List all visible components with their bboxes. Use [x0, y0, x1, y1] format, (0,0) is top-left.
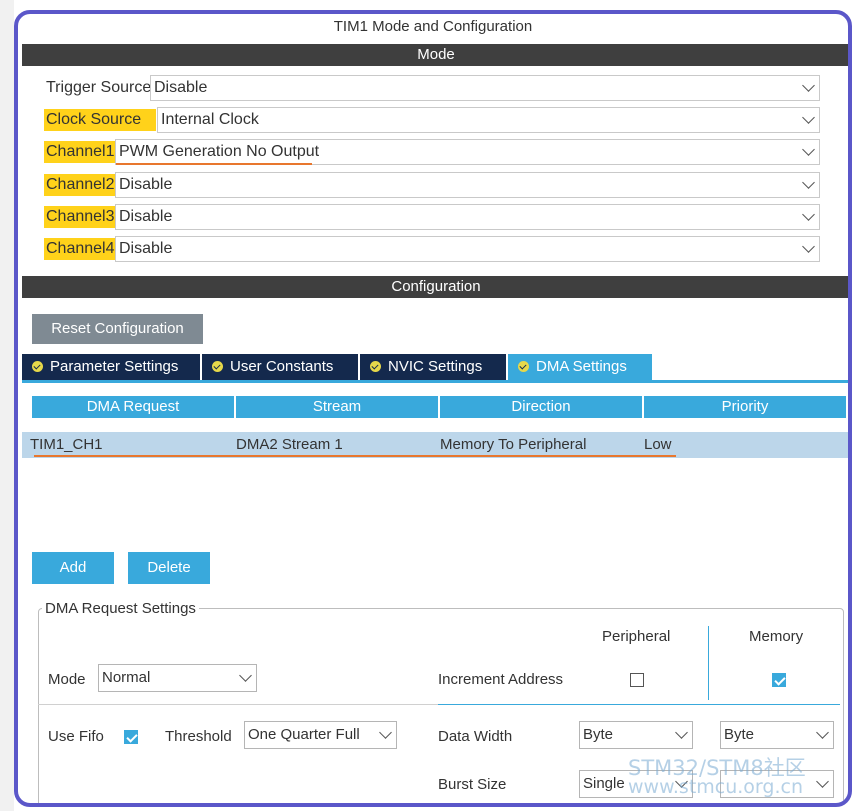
left-margin: [0, 0, 14, 811]
chevron-down-icon: [802, 79, 815, 92]
increment-peripheral-checkbox[interactable]: [630, 673, 644, 687]
check-circle-icon: [32, 361, 43, 372]
channel3-value: Disable: [119, 208, 173, 225]
column-header-dma-request[interactable]: DMA Request: [32, 396, 234, 418]
trigger-source-value: Disable: [154, 79, 208, 96]
chevron-down-icon: [802, 111, 815, 124]
delete-button[interactable]: Delete: [128, 552, 210, 584]
tab-dma-settings[interactable]: DMA Settings: [508, 354, 652, 380]
tab-strip: [22, 380, 848, 383]
use-fifo-checkbox[interactable]: [124, 730, 138, 744]
peripheral-header: Peripheral: [602, 628, 671, 645]
data-width-memory-select[interactable]: Byte: [720, 721, 834, 749]
channel3-row: Channel3: [44, 204, 117, 230]
column-divider: [708, 626, 709, 700]
window-title: TIM1 Mode and Configuration: [333, 18, 533, 35]
check-circle-icon: [370, 361, 381, 372]
column-header-stream[interactable]: Stream: [236, 396, 438, 418]
threshold-select[interactable]: One Quarter Full: [244, 721, 397, 749]
channel4-label: Channel4: [44, 238, 117, 260]
mode-select[interactable]: Normal: [98, 664, 257, 692]
burst-size-label: Burst Size: [438, 776, 507, 793]
data-width-memory-value: Byte: [724, 726, 755, 743]
dma-request-settings-title: DMA Request Settings: [42, 600, 199, 617]
check-circle-icon: [212, 361, 223, 372]
threshold-label: Threshold: [165, 728, 232, 745]
use-fifo-label: Use Fifo: [48, 728, 104, 745]
channel4-select[interactable]: Disable: [115, 236, 820, 262]
row-underline: [34, 455, 676, 457]
chevron-down-icon: [802, 208, 815, 221]
clock-source-value: Internal Clock: [161, 111, 259, 128]
channel3-select[interactable]: Disable: [115, 204, 820, 230]
channel1-label: Channel1: [44, 141, 117, 163]
column-header-direction[interactable]: Direction: [440, 396, 642, 418]
chevron-down-icon: [239, 669, 252, 682]
chevron-down-icon: [816, 775, 829, 788]
data-width-label: Data Width: [438, 728, 513, 745]
check-circle-icon: [518, 361, 529, 372]
watermark-line2: www.stmcu.org.cn: [628, 776, 803, 798]
channel4-value: Disable: [119, 240, 173, 257]
chevron-down-icon: [802, 176, 815, 189]
channel1-select[interactable]: PWM Generation No Output: [115, 139, 820, 165]
chevron-down-icon: [802, 240, 815, 253]
mode-value: Normal: [102, 669, 151, 686]
data-width-peripheral-select[interactable]: Byte: [579, 721, 693, 749]
mode-label: Mode: [48, 671, 86, 688]
increment-memory-checkbox[interactable]: [772, 673, 786, 687]
configuration-section-header: Configuration: [22, 276, 848, 298]
memory-header: Memory: [749, 628, 804, 645]
tab-label: Parameter Settings: [50, 358, 179, 375]
reset-configuration-button[interactable]: Reset Configuration: [32, 314, 203, 344]
tab-parameter-settings[interactable]: Parameter Settings: [22, 354, 200, 380]
mode-section-header: Mode: [22, 44, 848, 66]
add-button[interactable]: Add: [32, 552, 114, 584]
trigger-source-label: Trigger Source: [46, 79, 152, 96]
clock-source-row: Clock Source: [44, 107, 156, 133]
burst-size-peripheral-value: Single: [583, 775, 625, 792]
increment-address-label: Increment Address: [438, 671, 564, 688]
clock-source-label: Clock Source: [44, 109, 156, 131]
tab-label: User Constants: [230, 358, 334, 375]
data-width-peripheral-value: Byte: [583, 726, 614, 743]
channel2-value: Disable: [119, 176, 173, 193]
chevron-down-icon: [816, 726, 829, 739]
channel2-row: Channel2: [44, 172, 117, 198]
row-divider-left: [38, 704, 438, 705]
chevron-down-icon: [379, 726, 392, 739]
channel3-label: Channel3: [44, 206, 117, 228]
channel4-row: Channel4: [44, 236, 117, 262]
channel2-label: Channel2: [44, 174, 117, 196]
clock-source-select[interactable]: Internal Clock: [157, 107, 820, 133]
trigger-source-select[interactable]: Disable: [150, 75, 820, 101]
row-divider: [438, 704, 840, 705]
config-tabs: Parameter Settings User Constants NVIC S…: [22, 354, 848, 380]
tab-nvic-settings[interactable]: NVIC Settings: [360, 354, 506, 380]
tab-label: DMA Settings: [536, 358, 627, 375]
chevron-down-icon: [675, 726, 688, 739]
tab-user-constants[interactable]: User Constants: [202, 354, 358, 380]
chevron-down-icon: [802, 143, 815, 156]
channel2-select[interactable]: Disable: [115, 172, 820, 198]
channel1-value: PWM Generation No Output: [119, 143, 320, 160]
threshold-value: One Quarter Full: [248, 726, 360, 743]
column-header-priority[interactable]: Priority: [644, 396, 846, 418]
channel1-underline: [116, 163, 312, 165]
channel1-row: Channel1: [44, 139, 117, 165]
tim1-config-panel: TIM1 Mode and Configuration Mode Trigger…: [14, 10, 852, 807]
trigger-source-row: Trigger Source: [44, 75, 153, 101]
tab-label: NVIC Settings: [388, 358, 483, 375]
